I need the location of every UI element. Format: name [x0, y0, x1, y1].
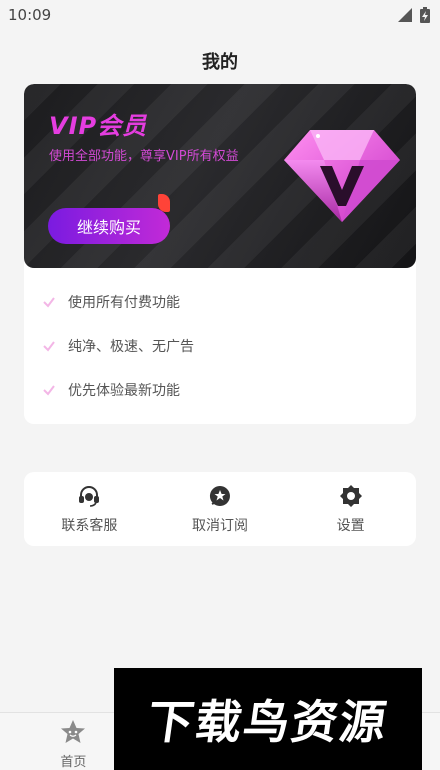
gear-icon: [339, 483, 363, 509]
watermark-overlay: 下载鸟资源: [114, 668, 422, 770]
promo-tag-icon: [158, 194, 170, 212]
continue-purchase-button[interactable]: 继续购买: [48, 208, 170, 244]
benefit-item: 优先体验最新功能: [24, 368, 416, 412]
headset-icon: [77, 483, 101, 509]
star-badge-icon: [208, 483, 232, 509]
benefit-text: 纯净、极速、无广告: [68, 339, 194, 355]
battery-charging-icon: [420, 7, 430, 23]
vip-subtitle: 使用全部功能，尊享VIP所有权益: [49, 149, 239, 164]
benefit-list: 使用所有付费功能 纯净、极速、无广告 优先体验最新功能: [24, 280, 416, 412]
home-star-icon: [58, 719, 88, 749]
cancel-subscription-button[interactable]: 取消订阅: [165, 483, 275, 535]
status-time: 10:09: [8, 6, 52, 24]
benefit-text: 使用所有付费功能: [68, 295, 180, 311]
check-icon: [42, 295, 56, 309]
nav-item-home[interactable]: 首页: [18, 713, 128, 770]
benefit-text: 优先体验最新功能: [68, 383, 180, 399]
vip-banner: VIP会员 使用全部功能，尊享VIP所有权益 继续购买: [24, 84, 416, 268]
settings-button[interactable]: 设置: [296, 483, 406, 535]
nav-label: 首页: [60, 755, 87, 770]
check-icon: [42, 339, 56, 353]
status-icons: [398, 7, 430, 23]
actions-panel: 联系客服 取消订阅 设置: [24, 472, 416, 546]
page-title: 我的: [202, 52, 238, 73]
watermark-text: 下载鸟资源: [143, 695, 392, 749]
benefit-item: 纯净、极速、无广告: [24, 324, 416, 368]
action-label: 设置: [336, 518, 365, 534]
vip-card: VIP会员 使用全部功能，尊享VIP所有权益 继续购买 使用所有付费功能 纯净、…: [24, 84, 416, 424]
vip-title: VIP会员: [49, 112, 148, 140]
vip-diamond-icon: [282, 120, 402, 228]
contact-support-button[interactable]: 联系客服: [34, 483, 144, 535]
action-label: 联系客服: [61, 518, 118, 534]
action-label: 取消订阅: [191, 518, 248, 534]
status-bar: 10:09: [0, 0, 440, 30]
signal-icon: [398, 8, 412, 22]
benefit-item: 使用所有付费功能: [24, 280, 416, 324]
check-icon: [42, 383, 56, 397]
